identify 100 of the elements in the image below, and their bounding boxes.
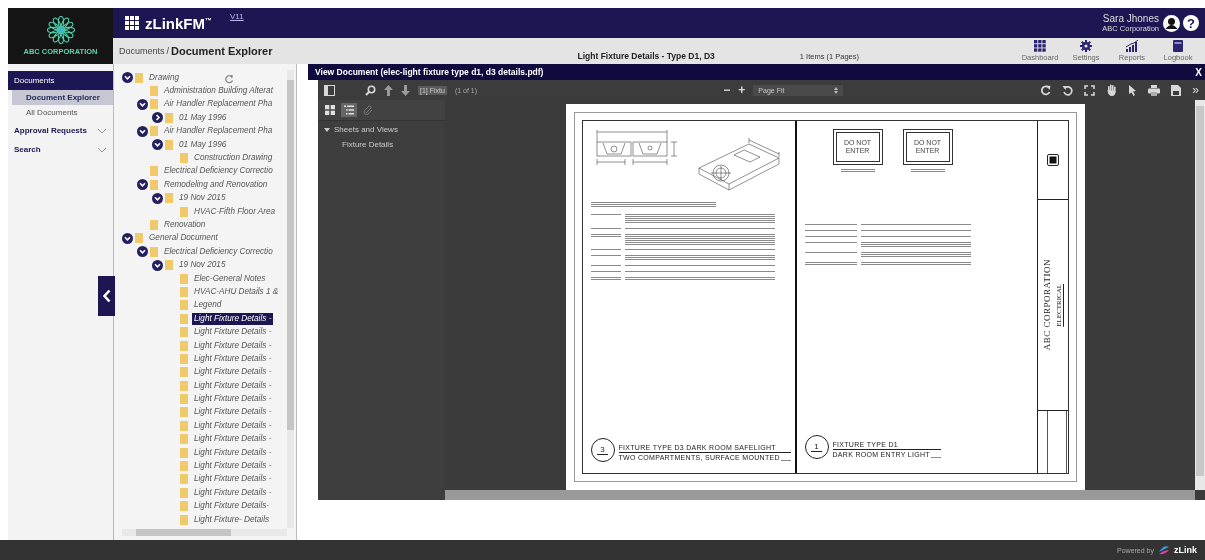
tree-item[interactable]: Light Fixture Details - [192, 312, 274, 325]
tree-item[interactable]: Light Fixture Details - [192, 393, 274, 406]
folder-icon [180, 407, 188, 418]
tree-item[interactable]: Light Fixture Details - [192, 406, 274, 419]
save-icon[interactable] [1171, 84, 1182, 96]
tree-item[interactable]: Renovation [162, 219, 208, 231]
avatar-icon[interactable] [1163, 14, 1180, 32]
zoom-out-button[interactable]: − [723, 83, 731, 97]
chevron-down-icon[interactable] [122, 232, 133, 244]
folder-icon [180, 487, 188, 498]
arrow-down-icon[interactable] [401, 84, 410, 96]
outline-item[interactable]: Sheets and Views [334, 125, 398, 134]
folder-icon [150, 179, 158, 190]
fine-print-drawing [590, 271, 621, 274]
breadcrumb-link[interactable]: Documents [119, 46, 165, 56]
tree-item[interactable]: General Document [147, 232, 220, 245]
tree-item[interactable]: Light Fixture Details- [192, 500, 272, 513]
tree-item[interactable]: HVAC-Fifth Floor Area [192, 205, 278, 218]
chevron-down-icon[interactable] [152, 139, 163, 151]
chevron-down-icon[interactable] [137, 179, 148, 191]
pointer-icon[interactable] [1128, 84, 1138, 96]
chevron-right-icon[interactable] [152, 112, 163, 124]
fullscreen-icon[interactable] [1084, 84, 1096, 96]
nav-item[interactable]: Document Explorer [12, 90, 113, 105]
paperclip-icon [363, 105, 373, 115]
nav-item[interactable]: All Documents [12, 105, 113, 120]
hand-icon[interactable] [1106, 84, 1118, 96]
scrollbar[interactable] [1195, 100, 1205, 490]
zoom-in-button[interactable]: + [738, 83, 746, 97]
nav-group[interactable]: Search [14, 145, 41, 154]
arrow-up-icon[interactable] [384, 84, 393, 96]
tree-item[interactable]: Air Handler Replacement Pha [162, 125, 275, 138]
tree-item[interactable]: 01 May 1996 [177, 111, 229, 124]
folder-icon [150, 86, 158, 97]
document-title: Light Fixture Details - Type D1, D3 [577, 51, 715, 61]
scrollbar[interactable] [445, 490, 1195, 500]
version-link[interactable]: V11 [230, 12, 244, 21]
tree-item[interactable]: Air Handler Replacement Pha [162, 98, 275, 111]
fine-print-drawing [804, 223, 857, 226]
folder-icon [180, 153, 188, 164]
tree-item[interactable]: Light Fixture Details - [192, 419, 274, 432]
chevron-down-icon[interactable] [122, 72, 133, 84]
folder-icon [165, 193, 173, 204]
scrollbar[interactable] [287, 70, 294, 528]
folder-icon [180, 501, 188, 512]
tree-item[interactable]: Construction Drawing [192, 152, 275, 165]
tree-item[interactable]: Light Fixture Details - [192, 339, 274, 352]
tree-item[interactable]: 19 Nov 2015 [177, 259, 228, 272]
chevron-left-icon [102, 289, 111, 303]
fine-print-drawing [930, 456, 941, 459]
undo-icon[interactable] [1062, 84, 1074, 96]
tree-item[interactable]: HVAC-AHU Details 1 & [192, 285, 281, 298]
app-grid-icon[interactable] [125, 16, 139, 30]
tree-item[interactable]: Drawing [147, 71, 182, 84]
chevron-down-icon[interactable] [152, 259, 163, 271]
company-name: ABC CORPORATION [1042, 259, 1052, 351]
print-icon[interactable] [1148, 84, 1161, 96]
close-button[interactable]: X [1195, 66, 1202, 78]
tree-item[interactable]: Light Fixture Details - [192, 366, 274, 379]
tree-item[interactable]: Light Fixture Details - [192, 460, 274, 472]
folder-icon [135, 72, 143, 83]
fine-print-drawing [590, 248, 621, 251]
tree-item[interactable]: Elec-General Notes [192, 272, 268, 285]
triangle-down-icon[interactable] [324, 126, 330, 133]
tree-item[interactable]: 19 Nov 2015 [177, 192, 228, 205]
panel-tab[interactable] [322, 103, 338, 117]
panel-tab[interactable] [341, 103, 357, 117]
tree-item[interactable]: Light Fixture Details - [192, 433, 274, 446]
chevron-down-icon[interactable] [137, 125, 148, 137]
tree-item[interactable]: Remodeling and Renovation [162, 178, 270, 191]
chevron-down-icon[interactable] [152, 192, 163, 204]
tree-item[interactable]: Electrical Deficiency Correctio [162, 245, 275, 258]
tree-item[interactable]: Light Fixture Details - [192, 352, 274, 365]
tree-item[interactable]: Light Fixture Details - [192, 486, 274, 499]
refresh-icon[interactable] [224, 74, 234, 84]
sidebar-toggle-icon[interactable] [324, 84, 335, 96]
chevron-down-icon[interactable] [137, 246, 148, 258]
tree-item[interactable]: Light Fixture Details - [192, 379, 274, 392]
chevron-down-icon[interactable] [137, 98, 148, 110]
tree-item[interactable]: Light Fixture- Details [192, 513, 272, 526]
help-button[interactable]: ? [1183, 15, 1199, 31]
more-tools-button[interactable]: » [1192, 83, 1199, 97]
search-icon[interactable] [365, 84, 376, 96]
brand-name: zLink [1174, 545, 1197, 555]
scrollbar[interactable] [122, 529, 287, 536]
fine-print-drawing [590, 234, 621, 237]
tree-item[interactable]: Light Fixture Details - [192, 326, 274, 339]
fine-print-drawing [780, 459, 791, 462]
nav-group[interactable]: Approval Requests [14, 126, 87, 135]
tree-item[interactable]: 01 May 1996 [177, 138, 229, 151]
nav-section-header[interactable]: Documents [8, 71, 113, 90]
tree-item[interactable]: Legend [192, 299, 224, 312]
tree-item[interactable]: Light Fixture Details - [192, 473, 274, 486]
collapse-button[interactable] [98, 276, 115, 316]
tree-item[interactable]: Electrical Deficiency Correctio [162, 165, 275, 178]
tree-item[interactable]: Administration Building Alterat [162, 85, 275, 98]
outline-item[interactable]: Fixture Details [318, 138, 445, 149]
folder-icon [180, 300, 188, 311]
book-icon [1173, 40, 1183, 52]
tree-item[interactable]: Light Fixture Details - [192, 446, 274, 459]
